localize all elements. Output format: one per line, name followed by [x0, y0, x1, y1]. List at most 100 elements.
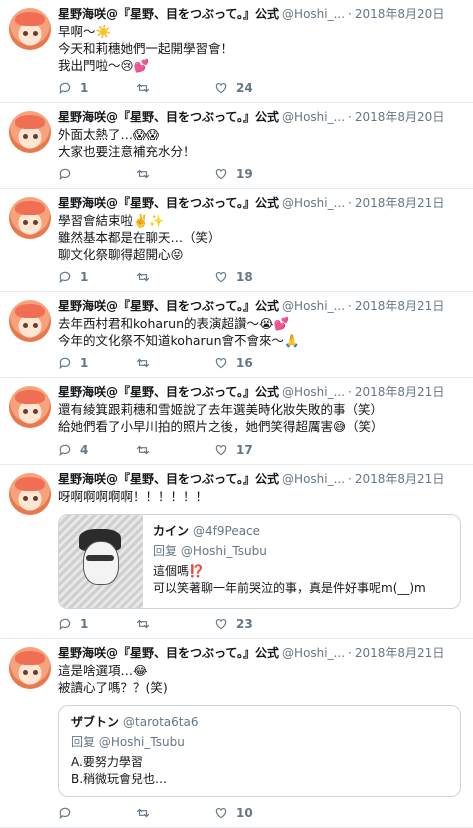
tweet-text: 外面太熱了…😱😱 大家也要注意補充水分！ — [58, 127, 196, 159]
like-button[interactable]: 19 — [214, 167, 292, 181]
quoted-text: 這個嗎⁉️ 可以笑著聊一年前哭泣的事，真是件好事呢m(__)m — [153, 564, 426, 595]
timestamp[interactable]: 2018年8月21日 — [355, 299, 444, 313]
reply-icon — [59, 807, 71, 820]
timestamp[interactable]: 2018年8月21日 — [355, 196, 444, 210]
tweet[interactable]: 星野海咲@『星野、目をつぶって。』公式 @Hoshi_... · 2018年8月21日… — [0, 378, 473, 465]
tweet-header: 星野海咲@『星野、目をつぶって。』公式 @Hoshi_... · 2018年8月20日 — [58, 110, 445, 124]
retweet-button[interactable] — [136, 617, 214, 631]
avatar[interactable] — [9, 8, 51, 50]
like-button[interactable]: 24 — [214, 81, 292, 95]
tweet-actions: 10 — [58, 805, 292, 821]
like-button[interactable]: 16 — [214, 356, 292, 370]
display-name[interactable]: 星野海咲@『星野、目をつぶって。』公式 — [58, 110, 279, 124]
tweet[interactable]: 星野海咲@『星野、目をつぶって。』公式 @Hoshi_... · 2018年8月21日… — [0, 465, 473, 639]
tweet[interactable]: 星野海咲@『星野、目をつぶって。』公式 @Hoshi_... · 2018年8月20日… — [0, 0, 473, 103]
avatar[interactable] — [9, 111, 51, 153]
retweet-icon — [136, 83, 150, 93]
retweet-icon — [136, 445, 150, 455]
heart-icon — [215, 358, 227, 369]
tweet[interactable]: 星野海咲@『星野、目をつぶって。』公式 @Hoshi_... · 2018年8月21日… — [0, 639, 473, 828]
retweet-button[interactable] — [136, 806, 214, 820]
handle[interactable]: @Hoshi_... — [282, 472, 345, 486]
avatar[interactable] — [9, 386, 51, 428]
handle[interactable]: @Hoshi_... — [282, 7, 345, 21]
tweet[interactable]: 星野海咲@『星野、目をつぶって。』公式 @Hoshi_... · 2018年8月21日… — [0, 189, 473, 292]
avatar[interactable] — [9, 300, 51, 342]
handle[interactable]: @Hoshi_... — [282, 196, 345, 210]
quoted-text: A.要努力學習 B.稍微玩會兒也… — [71, 755, 168, 786]
heart-icon — [215, 808, 227, 819]
tweet-header: 星野海咲@『星野、目をつぶって。』公式 @Hoshi_... · 2018年8月21日 — [58, 472, 445, 486]
reply-button[interactable]: 4 — [58, 443, 136, 457]
handle[interactable]: @Hoshi_... — [282, 110, 345, 124]
heart-icon — [215, 619, 227, 630]
tweet-header: 星野海咲@『星野、目をつぶって。』公式 @Hoshi_... · 2018年8月21日 — [58, 196, 445, 210]
tweet-header: 星野海咲@『星野、目をつぶって。』公式 @Hoshi_... · 2018年8月21日 — [58, 299, 445, 313]
retweet-button[interactable] — [136, 167, 214, 181]
reply-count: 4 — [80, 443, 89, 457]
tweet[interactable]: 星野海咲@『星野、目をつぶって。』公式 @Hoshi_... · 2018年8月20日… — [0, 103, 473, 189]
like-count: 19 — [236, 167, 253, 181]
tweet-text: 去年西村君和koharun的表演超讚～😭💕 今年的文化祭不知道koharun會不… — [58, 316, 300, 348]
quoted-display-name: カイン — [153, 524, 190, 538]
tweet-header: 星野海咲@『星野、目をつぶって。』公式 @Hoshi_... · 2018年8月21日 — [58, 385, 445, 399]
retweet-button[interactable] — [136, 81, 214, 95]
quoted-tweet-image[interactable] — [59, 515, 143, 608]
like-button[interactable]: 17 — [214, 443, 292, 457]
display-name[interactable]: 星野海咲@『星野、目をつぶって。』公式 — [58, 299, 279, 313]
heart-icon — [215, 169, 227, 180]
like-button[interactable]: 23 — [214, 617, 292, 631]
timestamp[interactable]: 2018年8月20日 — [355, 110, 444, 124]
retweet-button[interactable] — [136, 443, 214, 457]
tweet-actions: 1 24 — [58, 80, 292, 96]
retweet-button[interactable] — [136, 270, 214, 284]
timestamp[interactable]: 2018年8月21日 — [355, 472, 444, 486]
avatar[interactable] — [9, 647, 51, 689]
reply-button[interactable]: 1 — [58, 81, 136, 95]
like-button[interactable]: 10 — [214, 806, 292, 820]
handle[interactable]: @Hoshi_... — [282, 646, 345, 660]
quoted-reply-to: 回复 @Hoshi_Tsubu — [71, 735, 185, 749]
tweet-header: 星野海咲@『星野、目をつぶって。』公式 @Hoshi_... · 2018年8月21日 — [58, 646, 445, 660]
tweet[interactable]: 星野海咲@『星野、目をつぶって。』公式 @Hoshi_... · 2018年8月21日… — [0, 292, 473, 378]
reply-icon — [59, 168, 71, 181]
reply-button[interactable] — [58, 806, 136, 820]
quoted-tweet[interactable]: ザブトン @tarota6ta6 回复 @Hoshi_Tsubu A.要努力學習 … — [58, 705, 461, 797]
timestamp[interactable]: 2018年8月21日 — [355, 646, 444, 660]
reply-button[interactable]: 1 — [58, 270, 136, 284]
timestamp[interactable]: 2018年8月20日 — [355, 7, 444, 21]
like-count: 24 — [236, 81, 253, 95]
quoted-tweet[interactable]: カイン @4f9Peace 回复 @Hoshi_Tsubu 這個嗎⁉️ 可以笑著聊… — [58, 514, 461, 609]
reply-icon — [59, 618, 71, 631]
like-count: 17 — [236, 443, 253, 457]
display-name[interactable]: 星野海咲@『星野、目をつぶって。』公式 — [58, 7, 279, 21]
heart-icon — [215, 445, 227, 456]
reply-button[interactable]: 1 — [58, 617, 136, 631]
reply-button[interactable] — [58, 167, 136, 181]
like-count: 23 — [236, 617, 253, 631]
reply-button[interactable]: 1 — [58, 356, 136, 370]
display-name[interactable]: 星野海咲@『星野、目をつぶって。』公式 — [58, 196, 279, 210]
reply-count: 1 — [80, 81, 89, 95]
avatar[interactable] — [9, 473, 51, 515]
display-name[interactable]: 星野海咲@『星野、目をつぶって。』公式 — [58, 646, 279, 660]
display-name[interactable]: 星野海咲@『星野、目をつぶって。』公式 — [58, 472, 279, 486]
reply-icon — [59, 444, 71, 457]
timestamp[interactable]: 2018年8月21日 — [355, 385, 444, 399]
retweet-icon — [136, 272, 150, 282]
quoted-handle: @4f9Peace — [193, 524, 261, 538]
like-button[interactable]: 18 — [214, 270, 292, 284]
display-name[interactable]: 星野海咲@『星野、目をつぶって。』公式 — [58, 385, 279, 399]
handle[interactable]: @Hoshi_... — [282, 385, 345, 399]
timeline: 星野海咲@『星野、目をつぶって。』公式 @Hoshi_... · 2018年8月20日… — [0, 0, 473, 828]
reply-count: 1 — [80, 617, 89, 631]
quoted-handle: @tarota6ta6 — [123, 715, 199, 729]
retweet-button[interactable] — [136, 356, 214, 370]
tweet-text: 還有綾箕跟莉穗和雪姬說了去年選美時化妝失敗的事（笑） 給她們看了小早川拍的照片之… — [58, 402, 384, 434]
tweet-actions: 1 23 — [58, 616, 292, 632]
avatar[interactable] — [9, 197, 51, 239]
tweet-actions: 4 17 — [58, 442, 292, 458]
like-count: 16 — [236, 356, 253, 370]
heart-icon — [215, 272, 227, 283]
handle[interactable]: @Hoshi_... — [282, 299, 345, 313]
